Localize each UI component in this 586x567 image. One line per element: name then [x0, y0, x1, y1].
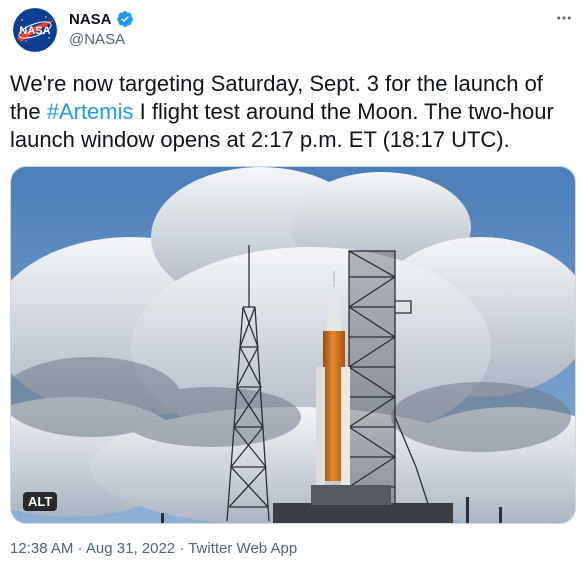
launch-pad-photo	[11, 167, 575, 523]
alt-text-badge[interactable]: ALT	[23, 492, 58, 511]
verified-badge-icon	[116, 11, 133, 27]
tweet-meta: 12:38 AM · Aug 31, 2022 · Twitter Web Ap…	[10, 540, 297, 557]
author-name-row[interactable]: NASA	[69, 10, 134, 28]
meta-separator: ·	[73, 540, 86, 557]
meta-separator: ·	[175, 540, 189, 557]
author-handle[interactable]: @NASA	[69, 31, 125, 48]
more-options-button[interactable]	[552, 6, 576, 30]
more-dots-icon	[557, 16, 571, 20]
tweet-photo[interactable]: ALT	[10, 166, 576, 524]
hashtag-link[interactable]: #Artemis	[47, 99, 134, 124]
tweet-text: We're now targeting Saturday, Sept. 3 fo…	[10, 70, 578, 154]
tweet-time[interactable]: 12:38 AM	[10, 540, 73, 557]
nasa-logo-icon: NASA	[13, 8, 57, 52]
tweet-source[interactable]: Twitter Web App	[188, 540, 297, 557]
tweet-date[interactable]: Aug 31, 2022	[86, 540, 175, 557]
avatar[interactable]: NASA	[13, 8, 57, 52]
avatar-text: NASA	[19, 25, 50, 37]
display-name[interactable]: NASA	[69, 11, 112, 28]
